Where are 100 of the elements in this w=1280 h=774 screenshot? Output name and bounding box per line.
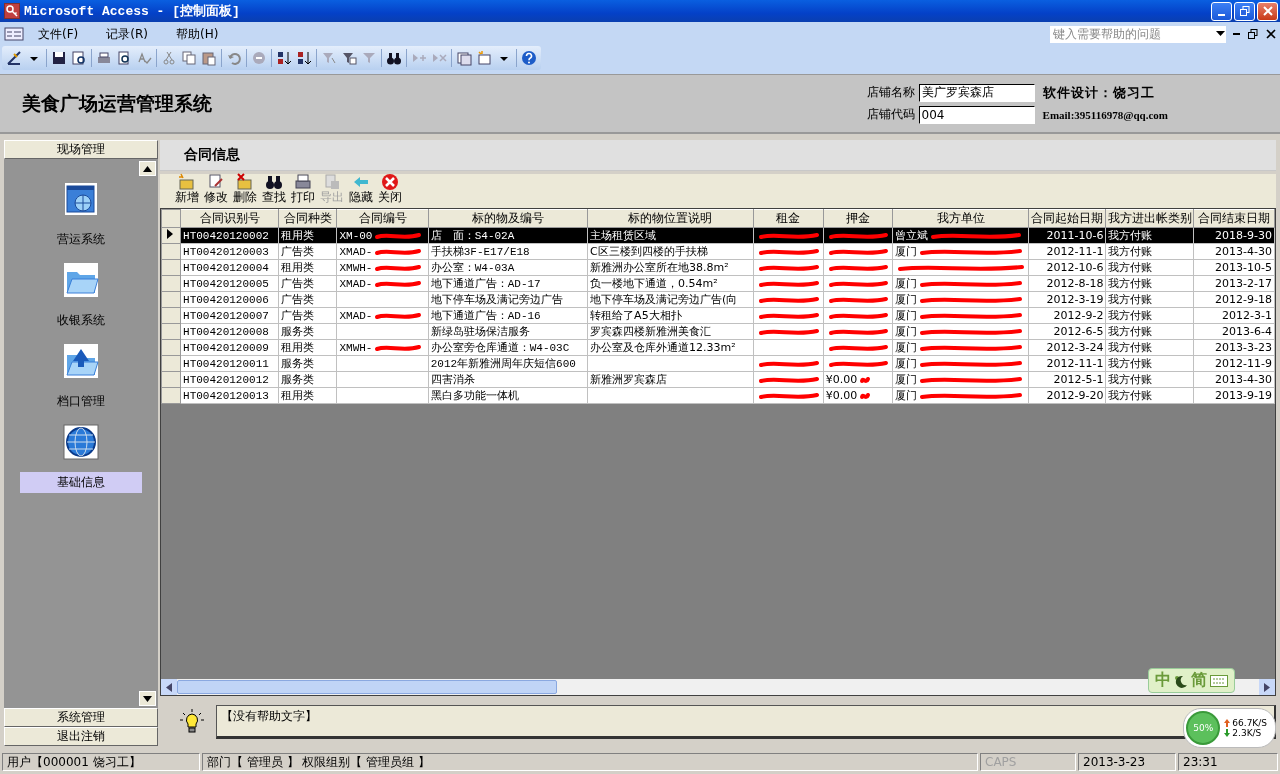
nav-item[interactable]: 档口管理 bbox=[20, 391, 142, 412]
column-header[interactable]: 合同结束日期 bbox=[1193, 209, 1275, 228]
table-cell: 我方付账 bbox=[1108, 229, 1153, 242]
printer-icon bbox=[294, 173, 312, 190]
column-header[interactable]: 我方单位 bbox=[892, 209, 1029, 228]
sort-ascending-icon[interactable] bbox=[276, 50, 292, 66]
table-cell: 我方付账 bbox=[1108, 357, 1153, 370]
restore-icon[interactable] bbox=[1248, 29, 1258, 39]
save-icon[interactable] bbox=[51, 50, 67, 66]
table-cell: 厦门 bbox=[894, 373, 917, 386]
table-cell: 广告类 bbox=[281, 293, 315, 306]
table-cell: 我方付账 bbox=[1108, 341, 1153, 354]
table-cell: 手扶梯3F-E17/E18 bbox=[430, 246, 530, 258]
toolbar-button[interactable]: 关闭 bbox=[377, 173, 403, 204]
nav-item[interactable]: 收银系统 bbox=[20, 310, 142, 331]
toolbar-button[interactable]: 查找 bbox=[261, 173, 287, 204]
table-cell: ¥0.00 bbox=[825, 389, 858, 402]
table-cell: 厦门 bbox=[894, 325, 917, 338]
delete-folder-icon bbox=[236, 173, 254, 190]
nav-group-header[interactable]: 现场管理 bbox=[4, 140, 158, 159]
copy-icon[interactable] bbox=[181, 50, 197, 66]
nav-group-header[interactable]: 系统管理 bbox=[4, 708, 158, 727]
keyboard-icon bbox=[1210, 674, 1228, 687]
scroll-up-button[interactable] bbox=[139, 161, 156, 176]
table-cell: 2012-3-19 bbox=[1046, 293, 1104, 306]
table-cell: 租用类 bbox=[281, 389, 315, 402]
undo-icon[interactable] bbox=[226, 50, 242, 66]
table-cell: 2013-6-4 bbox=[1222, 325, 1272, 338]
table-cell: HT00420120005 bbox=[183, 277, 269, 290]
menu-item[interactable]: 帮助(H) bbox=[171, 23, 223, 45]
table-cell: 厦门 bbox=[894, 341, 917, 354]
column-header[interactable]: 合同识别号 bbox=[180, 209, 279, 228]
table-cell: 租用类 bbox=[281, 261, 315, 274]
table-cell: 负一楼地下通道，0.54m² bbox=[590, 277, 718, 290]
table-cell: 地下通道广告：AD-16 bbox=[430, 310, 541, 322]
table-cell: HT00420120007 bbox=[183, 309, 269, 322]
right-arrow-icon bbox=[1264, 682, 1270, 692]
table-cell: 新雅洲罗宾森店 bbox=[590, 373, 668, 386]
scroll-thumb[interactable] bbox=[177, 680, 557, 694]
menu-item[interactable]: 记录(R) bbox=[102, 23, 152, 45]
printer-icon[interactable] bbox=[96, 50, 112, 66]
column-header[interactable]: 标的物及编号 bbox=[428, 209, 588, 228]
store-code-field[interactable]: 004 bbox=[918, 105, 1035, 124]
column-header[interactable]: 合同编号 bbox=[336, 209, 429, 228]
search-file-icon[interactable] bbox=[71, 50, 87, 66]
filter-form-icon[interactable] bbox=[341, 50, 357, 66]
toolbar-button[interactable]: 打印 bbox=[290, 173, 316, 204]
restore-button[interactable] bbox=[1234, 1, 1255, 21]
dropdown-arrow-icon[interactable] bbox=[1216, 31, 1225, 37]
column-header[interactable]: 合同种类 bbox=[278, 209, 337, 228]
table-cell: XM-00 bbox=[339, 229, 373, 242]
nav-item[interactable]: 基础信息 bbox=[20, 472, 142, 493]
help-icon[interactable] bbox=[521, 50, 537, 66]
table-cell: 2012-10-6 bbox=[1046, 261, 1104, 274]
toolbar-button[interactable]: 删除 bbox=[232, 173, 258, 204]
table-cell: 我方付账 bbox=[1108, 245, 1153, 258]
light-bulb-icon bbox=[180, 709, 204, 735]
toolbar-button[interactable]: 隐藏 bbox=[348, 173, 374, 204]
column-header[interactable]: 合同起始日期 bbox=[1028, 209, 1106, 228]
close-button[interactable] bbox=[1257, 1, 1278, 21]
scroll-down-button[interactable] bbox=[139, 691, 156, 706]
table-cell: ¥0.00 bbox=[825, 373, 858, 386]
column-header[interactable]: 我方进出帐类别 bbox=[1105, 209, 1194, 228]
design-icon[interactable] bbox=[6, 50, 22, 66]
globe-icon[interactable] bbox=[63, 424, 99, 460]
download-speed: 2.3K/S bbox=[1232, 728, 1262, 738]
print-preview-icon[interactable] bbox=[116, 50, 132, 66]
table-cell: HT00420120004 bbox=[183, 261, 269, 274]
menu-item[interactable]: 文件(F) bbox=[34, 23, 83, 45]
folder-icon[interactable] bbox=[63, 262, 99, 298]
store-name-field[interactable]: 美广罗宾森店 bbox=[918, 83, 1035, 102]
table-cell: 地下停车场及满记旁边广告(向 bbox=[590, 293, 738, 306]
nav-item[interactable]: 营运系统 bbox=[20, 229, 142, 250]
table-cell: HT00420120002 bbox=[183, 229, 269, 242]
help-search-field[interactable]: 键入需要帮助的问题 bbox=[1049, 24, 1227, 44]
table-cell: XMWH- bbox=[339, 261, 373, 274]
sort-descending-icon[interactable] bbox=[296, 50, 312, 66]
network-monitor[interactable]: 50% 66.7K/S 2.3K/S bbox=[1183, 708, 1276, 748]
binoculars-icon[interactable] bbox=[386, 50, 402, 66]
toolbar-button[interactable]: 修改 bbox=[203, 173, 229, 204]
column-header[interactable]: 租金 bbox=[753, 209, 824, 228]
table-cell: XMWH- bbox=[339, 341, 373, 354]
minimize-button[interactable] bbox=[1211, 1, 1232, 21]
export-icon bbox=[323, 173, 341, 190]
close-icon[interactable] bbox=[1266, 29, 1276, 39]
table-cell: XMAD- bbox=[339, 277, 373, 290]
column-header[interactable]: 标的物位置说明 bbox=[587, 209, 754, 228]
table-cell: HT00420120013 bbox=[183, 389, 269, 402]
edit-document-icon bbox=[207, 173, 225, 190]
paste-icon[interactable] bbox=[201, 50, 217, 66]
upload-speed: 66.7K/S bbox=[1232, 718, 1267, 728]
column-header[interactable]: 押金 bbox=[823, 209, 893, 228]
folder-upload-icon[interactable] bbox=[63, 343, 99, 379]
nav-group-header[interactable]: 退出注销 bbox=[4, 727, 158, 746]
toolbar-button[interactable]: 新增 bbox=[174, 173, 200, 204]
table-cell: 地下通道广告：AD-17 bbox=[430, 278, 541, 290]
database-window-icon[interactable] bbox=[456, 50, 472, 66]
table-cell: 2012年新雅洲周年庆短信600 bbox=[430, 358, 576, 370]
date-status: 2013-3-23 bbox=[1078, 753, 1176, 771]
window-globe-icon[interactable] bbox=[63, 181, 99, 217]
